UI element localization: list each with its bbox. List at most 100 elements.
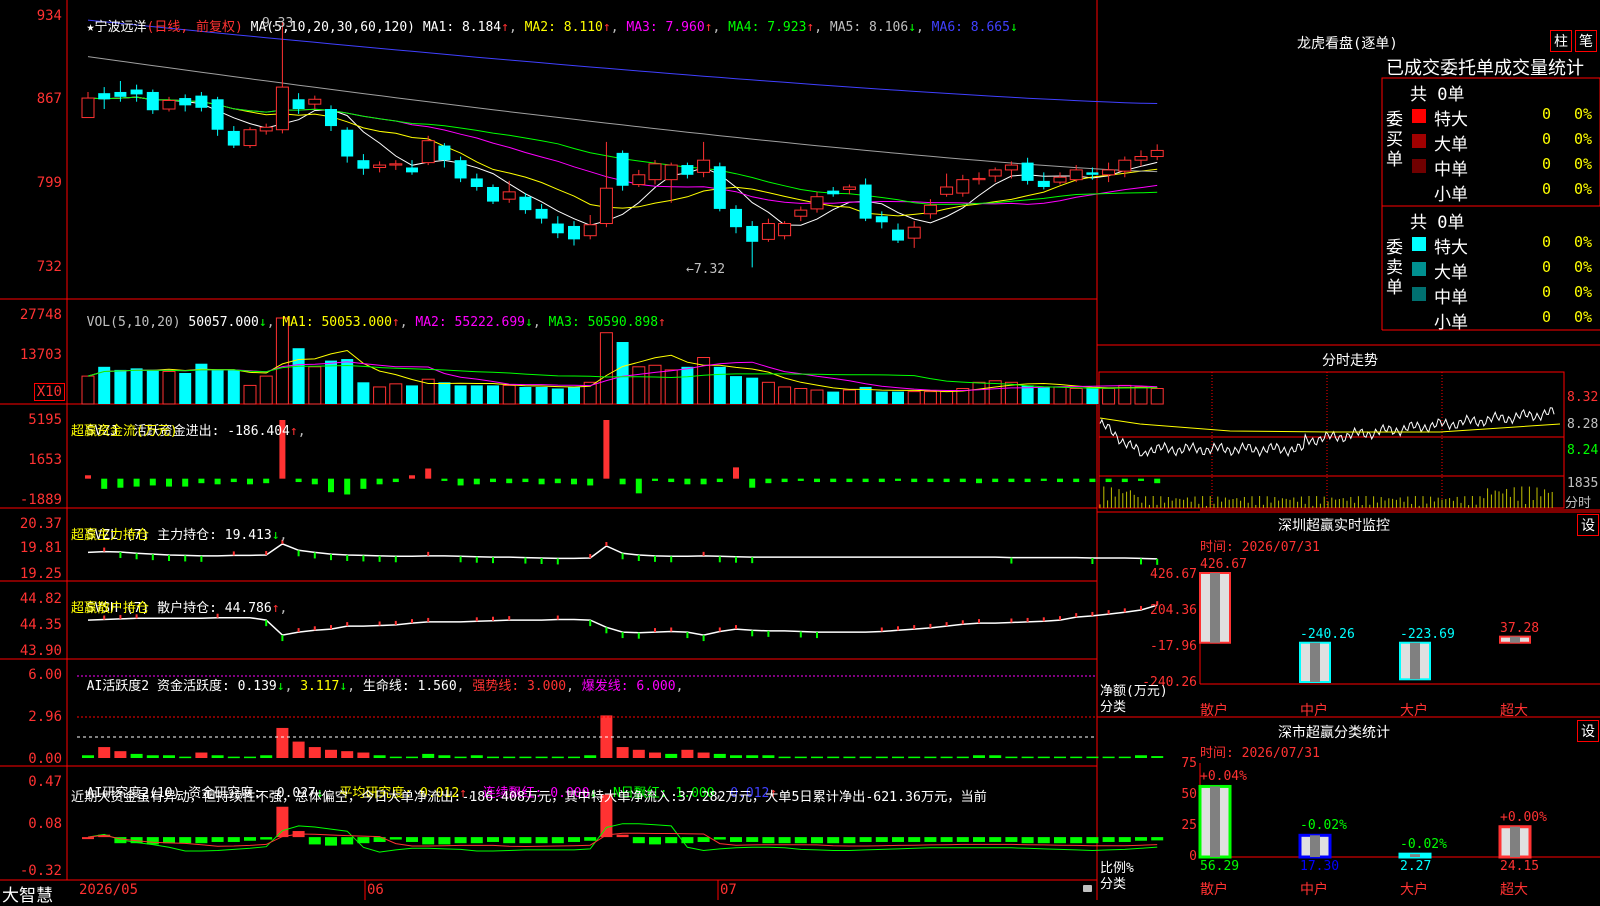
lock-icon[interactable] <box>1083 885 1092 892</box>
price-label: 732 <box>36 259 62 275</box>
fund-flow-bar <box>846 478 853 483</box>
order-row-name: 中单 <box>1434 288 1468 308</box>
candle-body <box>357 160 370 169</box>
candle-body <box>373 164 387 168</box>
stats-y-label: 0 <box>1189 849 1197 864</box>
price-low-mark: ←7.32 <box>686 262 726 277</box>
stock-name[interactable]: 宁波远洋 <box>94 20 146 35</box>
activity-bar <box>519 756 532 759</box>
volume-bar <box>470 385 483 404</box>
vol-axis: 27748 13703 X10 <box>0 299 66 404</box>
order-row-count: 0 <box>1542 105 1552 123</box>
activity-bar <box>940 756 953 759</box>
research-bar <box>422 837 435 845</box>
stats-change-label: -0.02% <box>1300 818 1347 834</box>
research-bar <box>989 837 1002 842</box>
research-bar <box>438 837 451 845</box>
activity-bar <box>681 749 694 758</box>
research-bar <box>308 837 321 845</box>
fund-flow-bar <box>668 478 675 483</box>
activity-bar <box>859 756 872 759</box>
price-label: 867 <box>36 91 62 107</box>
research-bar <box>875 837 888 842</box>
fund-flow-bar <box>797 478 804 481</box>
vol-unit-button[interactable]: X10 <box>33 383 65 401</box>
fund-flow-bar <box>749 478 756 488</box>
arrow-icon: ↑ <box>289 424 298 439</box>
volume-bar <box>616 342 629 404</box>
candle-body <box>988 169 1002 177</box>
volume-bar <box>325 360 337 404</box>
svzj-label: 1653 <box>28 452 62 468</box>
candle-body <box>389 163 403 166</box>
research-bar <box>843 837 856 844</box>
svsh-sub: 超赢散户持仓 <box>71 601 150 616</box>
volume-bar <box>406 385 418 404</box>
stats-value-label: 17.30 <box>1300 859 1340 874</box>
research-bar <box>956 837 969 842</box>
research-bar <box>551 837 564 844</box>
candle-body <box>1004 164 1018 171</box>
fund-flow-bar <box>230 478 237 483</box>
activity-bar <box>179 756 192 759</box>
fund-flow-bar <box>830 478 837 483</box>
candle-body <box>308 98 322 105</box>
activity-bar <box>989 755 1002 758</box>
fund-flow-bar <box>733 467 739 479</box>
candle-body <box>292 99 305 110</box>
candle-body <box>130 89 143 95</box>
volume-bar <box>923 391 937 405</box>
date-label: 2026/05 <box>79 882 139 898</box>
activity-bar <box>973 755 985 758</box>
fund-flow-bar <box>911 478 918 483</box>
research-bar <box>713 837 726 840</box>
fund-flow-bar <box>862 478 869 483</box>
arrow-icon: ↓ <box>339 679 348 694</box>
app-logo[interactable]: 大智慧 <box>2 881 53 906</box>
research-bar <box>260 837 273 840</box>
stats-x-title: 分类 <box>1100 877 1127 892</box>
vol-value: 50057.000 <box>188 315 259 330</box>
stats-settings-button[interactable]: 设 <box>1577 720 1599 742</box>
arrow-icon: ↑ <box>704 20 713 35</box>
research-bar <box>762 837 775 844</box>
activity-bar <box>292 741 305 758</box>
volume-bar <box>1053 386 1067 405</box>
fund-flow-bar <box>295 478 302 483</box>
bar-mode-button[interactable]: 柱 <box>1550 30 1572 52</box>
ai1-strong: 强势线: 3.000 <box>472 679 567 694</box>
price-high-mark: 9.33 <box>262 16 294 31</box>
intraday-vol-label: 1835 <box>1567 476 1599 491</box>
volume-bar <box>1037 386 1050 404</box>
activity-bar <box>1037 756 1050 759</box>
order-row-percent: 0% <box>1574 233 1593 251</box>
monitor-settings-button[interactable]: 设 <box>1577 514 1599 536</box>
stats-category: 散户 <box>1200 882 1228 898</box>
intraday-chart <box>1099 372 1564 508</box>
activity-bar <box>130 753 143 758</box>
activity-bar <box>325 749 337 758</box>
volume-bar <box>664 369 678 405</box>
research-bar <box>373 837 386 842</box>
candle-body <box>583 224 597 237</box>
order-row-name: 大单 <box>1434 263 1468 283</box>
sell-group-label: 委卖单 <box>1386 238 1403 298</box>
candle-body <box>211 99 224 130</box>
fund-flow-bar <box>635 478 642 494</box>
activity-bar <box>1102 756 1115 759</box>
stats-category: 大户 <box>1400 882 1428 898</box>
order-row-count: 0 <box>1542 258 1552 276</box>
period-label[interactable]: (日线, 前复权) <box>147 20 243 35</box>
research-bar <box>325 837 337 846</box>
fund-flow-bar <box>522 478 529 483</box>
volume-bar <box>648 364 662 405</box>
research-bar <box>535 837 548 844</box>
stats-tab-title[interactable]: 已成交委托单成交量统计 <box>1386 54 1584 80</box>
order-row-count: 0 <box>1542 233 1552 251</box>
ai1-axis: 6.00 2.96 0.00 <box>0 659 66 767</box>
research-bar <box>665 837 678 844</box>
ai2-label: -0.32 <box>19 863 62 879</box>
tick-mode-button[interactable]: 笔 <box>1575 30 1597 52</box>
order-row-name: 小单 <box>1434 313 1468 333</box>
kline-canvas[interactable] <box>0 0 1600 900</box>
